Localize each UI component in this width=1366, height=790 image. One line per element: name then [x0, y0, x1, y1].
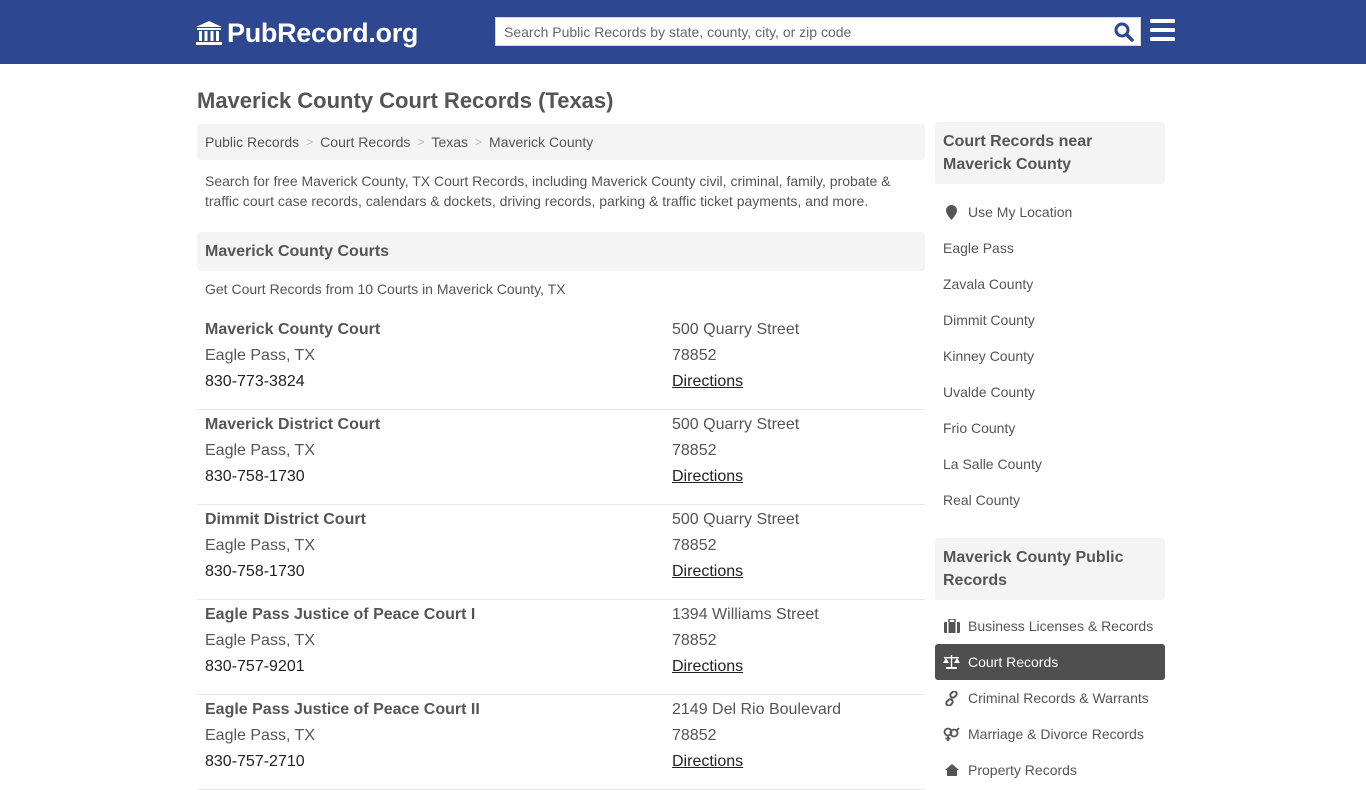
court-name[interactable]: Eagle Pass Justice of Peace Court II	[205, 700, 480, 726]
court-address: 1394 Williams Street	[672, 606, 819, 623]
sidebar-item-label: Criminal Records & Warrants	[968, 690, 1149, 706]
sidebar-item-court-records[interactable]: Court Records	[935, 644, 1165, 680]
court-zip: 78852	[672, 727, 717, 744]
court-phone[interactable]: 830-757-9201	[205, 657, 475, 683]
briefcase-icon	[943, 618, 960, 634]
breadcrumb-maverick-county[interactable]: Maverick County	[489, 134, 593, 150]
hamburger-menu-button[interactable]	[1150, 19, 1175, 41]
court-city: Eagle Pass, TX	[205, 347, 315, 364]
breadcrumb-texas[interactable]: Texas	[431, 134, 468, 150]
search-input[interactable]	[496, 18, 1096, 45]
map-marker-icon	[943, 204, 960, 220]
court-list-item: Maverick District Court Eagle Pass, TX 8…	[197, 410, 925, 505]
court-list-item: Maverick County Court Eagle Pass, TX 830…	[197, 315, 925, 410]
directions-link[interactable]: Directions	[672, 658, 743, 675]
nearby-link[interactable]: Eagle Pass	[935, 230, 1165, 266]
page-title: Maverick County Court Records (Texas)	[197, 88, 614, 113]
court-phone[interactable]: 830-773-3824	[205, 372, 380, 398]
breadcrumb-separator: >	[417, 135, 425, 149]
courts-section-subheading: Get Court Records from 10 Courts in Mave…	[205, 281, 566, 297]
public-records-heading: Maverick County Public Records	[935, 538, 1165, 600]
sidebar-item-label: Court Records	[968, 654, 1059, 670]
court-phone[interactable]: 830-757-2710	[205, 752, 480, 778]
nearby-link[interactable]: Zavala County	[935, 266, 1165, 302]
sidebar-item-label: Business Licenses & Records	[968, 618, 1154, 634]
site-logo[interactable]: PubRecord.org	[195, 17, 418, 49]
court-name[interactable]: Maverick County Court	[205, 320, 380, 346]
public-records-list: Business Licenses & Records Court Record…	[935, 608, 1165, 788]
breadcrumb-court-records[interactable]: Court Records	[320, 134, 410, 150]
nearby-link[interactable]: Uvalde County	[935, 374, 1165, 410]
nearby-link[interactable]: Dimmit County	[935, 302, 1165, 338]
nearby-list: Use My Location Eagle Pass Zavala County…	[935, 194, 1165, 518]
court-address: 500 Quarry Street	[672, 416, 800, 433]
court-city: Eagle Pass, TX	[205, 727, 315, 744]
breadcrumb-separator: >	[475, 135, 483, 149]
court-address: 500 Quarry Street	[672, 321, 800, 338]
nearby-heading: Court Records near Maverick County	[935, 122, 1165, 184]
court-list-item: Dimmit District Court Eagle Pass, TX 830…	[197, 505, 925, 600]
home-icon	[943, 762, 960, 778]
court-city: Eagle Pass, TX	[205, 632, 315, 649]
nearby-link[interactable]: Kinney County	[935, 338, 1165, 374]
court-address: 2149 Del Rio Boulevard	[672, 701, 841, 718]
directions-link[interactable]: Directions	[672, 753, 743, 770]
use-my-location-button[interactable]: Use My Location	[935, 194, 1165, 230]
search-box	[495, 17, 1141, 46]
sidebar-item-property-records[interactable]: Property Records	[935, 752, 1165, 788]
court-list-item: Eagle Pass Justice of Peace Court I Eagl…	[197, 600, 925, 695]
directions-link[interactable]: Directions	[672, 563, 743, 580]
venus-mars-icon	[943, 726, 960, 742]
use-my-location-label: Use My Location	[968, 204, 1073, 220]
search-button[interactable]	[1112, 21, 1136, 43]
court-city: Eagle Pass, TX	[205, 537, 315, 554]
breadcrumb-public-records[interactable]: Public Records	[205, 134, 299, 150]
sidebar-item-label: Marriage & Divorce Records	[968, 726, 1144, 742]
court-city: Eagle Pass, TX	[205, 442, 315, 459]
court-zip: 78852	[672, 442, 717, 459]
court-zip: 78852	[672, 632, 717, 649]
court-phone[interactable]: 830-758-1730	[205, 562, 366, 588]
nearby-link[interactable]: Frio County	[935, 410, 1165, 446]
balance-scale-icon	[943, 654, 960, 670]
nearby-link[interactable]: La Salle County	[935, 446, 1165, 482]
logo-text: PubRecord.org	[227, 17, 419, 48]
search-icon	[1114, 22, 1134, 42]
chain-link-icon	[943, 690, 960, 706]
breadcrumb-separator: >	[306, 135, 314, 149]
directions-link[interactable]: Directions	[672, 468, 743, 485]
court-address: 500 Quarry Street	[672, 511, 800, 528]
menu-icon-bar	[1150, 37, 1175, 41]
sidebar-item-label: Property Records	[968, 762, 1077, 778]
nearby-link[interactable]: Real County	[935, 482, 1165, 518]
menu-icon-bar	[1150, 19, 1175, 23]
directions-link[interactable]: Directions	[672, 373, 743, 390]
courthouse-icon	[196, 21, 222, 45]
breadcrumb: Public Records > Court Records > Texas >…	[197, 124, 925, 160]
court-phone[interactable]: 830-758-1730	[205, 467, 380, 493]
menu-icon-bar	[1150, 28, 1175, 32]
courts-list: Maverick County Court Eagle Pass, TX 830…	[197, 315, 925, 790]
intro-text: Search for free Maverick County, TX Cour…	[205, 173, 891, 209]
courts-section-heading: Maverick County Courts	[197, 232, 925, 271]
court-name[interactable]: Maverick District Court	[205, 415, 380, 441]
top-navigation-bar: PubRecord.org	[0, 0, 1366, 64]
sidebar-item-criminal-records[interactable]: Criminal Records & Warrants	[935, 680, 1165, 716]
court-name[interactable]: Eagle Pass Justice of Peace Court I	[205, 605, 475, 631]
court-zip: 78852	[672, 537, 717, 554]
court-zip: 78852	[672, 347, 717, 364]
court-list-item: Eagle Pass Justice of Peace Court II Eag…	[197, 695, 925, 790]
sidebar: Court Records near Maverick County Use M…	[935, 122, 1165, 788]
court-name[interactable]: Dimmit District Court	[205, 510, 366, 536]
sidebar-item-marriage-divorce[interactable]: Marriage & Divorce Records	[935, 716, 1165, 752]
sidebar-item-business-licenses[interactable]: Business Licenses & Records	[935, 608, 1165, 644]
